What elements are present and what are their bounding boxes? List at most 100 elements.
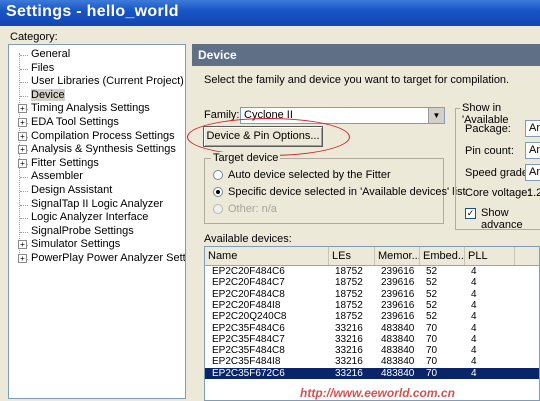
category-label: Category: — [10, 31, 58, 43]
sidebar-item-device[interactable]: Device — [31, 88, 65, 102]
sidebar-item-label: Timing Analysis Settings — [31, 102, 150, 115]
table-cell-les: 33216 — [335, 333, 363, 345]
sidebar-item-timing-analysis-settings[interactable]: + Timing Analysis Settings — [18, 102, 150, 115]
table-cell-les: 18752 — [335, 277, 363, 289]
sidebar-item-label: Simulator Settings — [31, 238, 121, 251]
table-cell-les: 33216 — [335, 367, 363, 379]
sidebar-item-signalprobe-settings[interactable]: SignalProbe Settings — [31, 225, 134, 238]
specific-device-radio[interactable] — [213, 187, 223, 197]
table-cell-name: EP2C20F484I8 — [212, 299, 281, 311]
table-row[interactable]: EP2C35F672C6 33216 483840 70 4 — [205, 367, 539, 379]
column-header-pll[interactable]: PLL — [465, 247, 515, 265]
column-header-name[interactable]: Name — [205, 247, 329, 265]
table-cell-mem: 483840 — [381, 333, 415, 345]
sidebar-item-label: Analysis & Synthesis Settings — [31, 143, 176, 156]
sidebar-item-user-libraries-current-project[interactable]: User Libraries (Current Project) — [31, 75, 184, 88]
sidebar-item-label: Assembler — [31, 170, 83, 183]
column-header-memory[interactable]: Memor... — [375, 247, 420, 265]
table-cell-name: EP2C35F484I8 — [212, 356, 281, 368]
sidebar-item-label: SignalProbe Settings — [31, 224, 134, 237]
sidebar-item-label: Compilation Process Settings — [31, 129, 175, 142]
tree-connector — [20, 82, 28, 84]
other-device-radio — [213, 204, 223, 214]
table-cell-name: EP2C20F484C8 — [212, 288, 285, 300]
expand-icon[interactable]: + — [18, 104, 27, 114]
expand-icon[interactable]: + — [18, 118, 27, 127]
expand-icon[interactable]: + — [18, 158, 27, 168]
table-row[interactable]: EP2C20F484C7 18752 239616 52 4 — [205, 277, 539, 289]
sidebar-item-label: PowerPlay Power Analyzer Settings — [31, 252, 186, 264]
table-row[interactable]: EP2C35F484I8 33216 483840 70 4 — [205, 356, 539, 368]
table-cell-pll: 4 — [471, 311, 477, 323]
column-header-embedded[interactable]: Embed... — [420, 247, 465, 265]
available-devices-table[interactable]: Name LEs Memor... Embed... PLL EP2C20F48… — [204, 246, 540, 401]
table-cell-les: 18752 — [335, 299, 363, 311]
table-row[interactable]: EP2C20F484C6 18752 239616 52 4 — [205, 266, 539, 277]
table-cell-name: EP2C35F484C7 — [212, 333, 285, 345]
table-row[interactable]: EP2C20F484I8 18752 239616 52 4 — [205, 299, 539, 311]
tree-connector — [20, 55, 28, 56]
highlight-ellipse — [187, 118, 350, 156]
chevron-down-icon[interactable]: ▼ — [428, 108, 444, 123]
table-cell-embed: 52 — [426, 299, 438, 311]
speed-grade-select[interactable]: Any — [525, 164, 540, 181]
expand-icon[interactable]: + — [18, 254, 27, 263]
sidebar-item-label: Fitter Settings — [31, 156, 99, 169]
pin-count-select[interactable]: Any — [525, 142, 540, 159]
column-header-les[interactable]: LEs — [329, 247, 375, 265]
table-cell-pll: 4 — [471, 345, 477, 357]
sidebar-item-fitter-settings[interactable]: + Fitter Settings — [18, 156, 99, 170]
category-tree[interactable]: General Files User Libraries (Current Proj… — [8, 44, 186, 399]
sidebar-item-compilation-process-settings[interactable]: + Compilation Process Settings — [18, 129, 175, 143]
auto-device-label[interactable]: Auto device selected by the Fitter — [228, 169, 391, 181]
table-cell-mem: 483840 — [381, 345, 415, 357]
other-device-label: Other: n/a — [228, 203, 277, 215]
sidebar-item-label: Logic Analyzer Interface — [31, 211, 149, 224]
sidebar-item-analysis-synthesis-settings[interactable]: + Analysis & Synthesis Settings — [18, 143, 176, 156]
pin-count-label: Pin count: — [465, 145, 514, 157]
sidebar-item-eda-tool-settings[interactable]: + EDA Tool Settings — [18, 116, 119, 129]
table-cell-pll: 4 — [471, 277, 477, 289]
sidebar-item-label: EDA Tool Settings — [31, 116, 119, 128]
target-device-title: Target device — [211, 152, 281, 164]
table-cell-embed: 52 — [426, 277, 438, 289]
table-row[interactable]: EP2C20Q240C8 18752 239616 52 4 — [205, 311, 539, 323]
sidebar-item-powerplay-power-analyzer-settings[interactable]: + PowerPlay Power Analyzer Settings — [18, 252, 186, 265]
table-row[interactable]: EP2C35F484C6 33216 483840 70 4 — [205, 322, 539, 334]
speed-grade-label: Speed grade: — [465, 167, 532, 179]
sidebar-item-general[interactable]: General — [31, 48, 70, 61]
table-cell-pll: 4 — [471, 288, 477, 300]
sidebar-item-files[interactable]: Files — [31, 62, 54, 75]
expand-icon[interactable]: + — [18, 145, 27, 155]
sidebar-item-signaltap-ii-logic-analyzer[interactable]: SignalTap II Logic Analyzer — [31, 198, 163, 211]
package-select[interactable]: Any — [525, 120, 540, 137]
table-cell-name: EP2C20Q240C8 — [212, 311, 287, 323]
tree-guide-line — [19, 53, 20, 259]
sidebar-item-design-assistant[interactable]: Design Assistant — [31, 184, 112, 197]
table-cell-mem: 239616 — [381, 288, 415, 300]
table-cell-pll: 4 — [471, 367, 477, 379]
table-row[interactable]: EP2C20F484C8 18752 239616 52 4 — [205, 288, 539, 300]
expand-icon[interactable]: + — [18, 131, 27, 141]
specific-device-label[interactable]: Specific device selected in 'Available d… — [228, 186, 466, 198]
table-cell-mem: 239616 — [381, 299, 415, 311]
table-cell-name: EP2C35F484C8 — [212, 345, 285, 357]
panel-description: Select the family and device you want to… — [204, 74, 510, 86]
auto-device-radio[interactable] — [213, 170, 223, 180]
expand-icon[interactable]: + — [18, 240, 27, 250]
available-devices-label: Available devices: — [204, 233, 292, 245]
table-cell-pll: 4 — [471, 356, 477, 368]
table-row[interactable]: EP2C35F484C8 33216 483840 70 4 — [205, 345, 539, 357]
sidebar-item-assembler[interactable]: Assembler — [31, 170, 83, 183]
table-cell-name: EP2C35F484C6 — [212, 322, 285, 334]
table-cell-les: 33216 — [335, 356, 363, 368]
watermark: http://www.eeworld.com.cn — [300, 386, 455, 400]
table-cell-pll: 4 — [471, 322, 477, 334]
show-advanced-checkbox[interactable]: ✓ — [465, 208, 476, 219]
sidebar-item-simulator-settings[interactable]: + Simulator Settings — [18, 238, 121, 251]
sidebar-item-logic-analyzer-interface[interactable]: Logic Analyzer Interface — [31, 211, 148, 224]
table-row[interactable]: EP2C35F484C7 33216 483840 70 4 — [205, 333, 539, 345]
show-advanced-label[interactable]: Show advance — [481, 207, 540, 231]
table-cell-pll: 4 — [471, 299, 477, 311]
core-voltage-value: 1.2 — [527, 187, 540, 199]
